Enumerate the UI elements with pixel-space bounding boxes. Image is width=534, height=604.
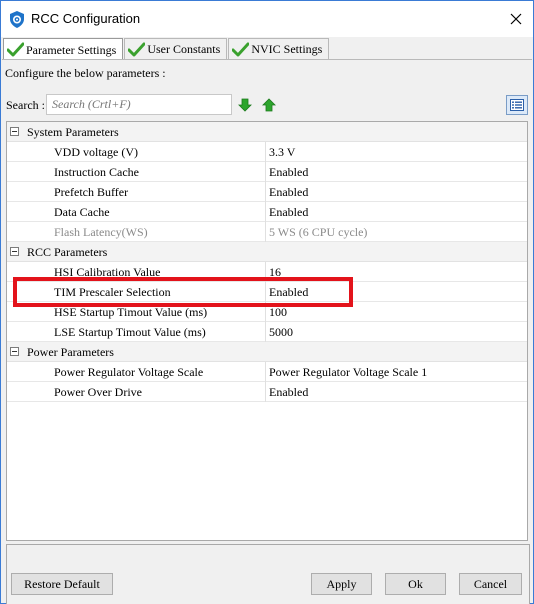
- param-name: HSE Startup Timout Value (ms): [54, 305, 208, 319]
- title-bar: RCC Configuration: [1, 1, 533, 37]
- search-input[interactable]: [46, 94, 232, 115]
- column-divider: [265, 302, 266, 322]
- close-button[interactable]: [499, 1, 533, 37]
- search-label: Search :: [6, 98, 45, 112]
- param-value[interactable]: Enabled: [269, 285, 308, 300]
- param-row[interactable]: HSI Calibration Value 16: [7, 262, 527, 282]
- group-power-parameters: Power Parameters: [7, 342, 527, 362]
- param-name: Power Over Drive: [54, 385, 142, 399]
- column-divider: [265, 262, 266, 282]
- description-text: Configure the below parameters :: [5, 66, 166, 80]
- param-name: Instruction Cache: [54, 165, 139, 179]
- tab-bar: Parameter Settings User Constants NVIC S…: [3, 38, 330, 61]
- param-row[interactable]: Prefetch Buffer Enabled: [7, 182, 527, 202]
- check-icon: [128, 42, 146, 56]
- param-row: Flash Latency(WS) 5 WS (6 CPU cycle): [7, 222, 527, 242]
- param-value[interactable]: 3.3 V: [269, 145, 295, 160]
- param-name: Flash Latency(WS): [54, 225, 148, 239]
- param-row[interactable]: TIM Prescaler Selection Enabled: [7, 282, 527, 302]
- column-divider: [265, 222, 266, 242]
- param-name: Power Regulator Voltage Scale: [54, 365, 204, 379]
- param-value[interactable]: 5000: [269, 325, 293, 340]
- param-value[interactable]: Power Regulator Voltage Scale 1: [269, 365, 427, 380]
- param-row[interactable]: Data Cache Enabled: [7, 202, 527, 222]
- list-view-button[interactable]: [506, 95, 528, 115]
- cancel-button[interactable]: Cancel: [459, 573, 522, 595]
- param-row[interactable]: LSE Startup Timout Value (ms) 5000: [7, 322, 527, 342]
- tab-label: User Constants: [147, 42, 221, 56]
- param-value[interactable]: 16: [269, 265, 281, 280]
- parameter-grid: System Parameters VDD voltage (V) 3.3 V …: [6, 121, 528, 541]
- column-divider: [265, 362, 266, 382]
- check-icon: [7, 42, 24, 57]
- group-name: System Parameters: [27, 125, 119, 139]
- group-system-parameters: System Parameters: [7, 122, 527, 142]
- collapse-toggle[interactable]: [10, 127, 19, 136]
- restore-default-button[interactable]: Restore Default: [11, 573, 113, 595]
- arrow-down-icon[interactable]: [238, 98, 252, 112]
- rcc-configuration-window: RCC Configuration Parameter Settings Use…: [0, 0, 534, 604]
- column-divider: [265, 162, 266, 182]
- param-row[interactable]: Power Over Drive Enabled: [7, 382, 527, 402]
- tab-parameter-settings[interactable]: Parameter Settings: [3, 38, 124, 61]
- param-name: Data Cache: [54, 205, 110, 219]
- parameter-settings-panel: Configure the below parameters : Search …: [2, 59, 532, 604]
- param-value: 5 WS (6 CPU cycle): [269, 225, 368, 239]
- group-name: Power Parameters: [27, 345, 114, 359]
- tab-label: NVIC Settings: [251, 42, 323, 56]
- group-rcc-parameters: RCC Parameters: [7, 242, 527, 262]
- tab-label: Parameter Settings: [26, 42, 117, 57]
- param-row[interactable]: Power Regulator Voltage Scale Power Regu…: [7, 362, 527, 382]
- param-row[interactable]: Instruction Cache Enabled: [7, 162, 527, 182]
- param-name: Prefetch Buffer: [54, 185, 129, 199]
- list-view-icon: [510, 99, 524, 111]
- param-value[interactable]: Enabled: [269, 165, 308, 180]
- column-divider: [265, 202, 266, 222]
- param-name: TIM Prescaler Selection: [54, 285, 171, 299]
- param-value[interactable]: Enabled: [269, 385, 308, 400]
- shield-icon: [10, 11, 24, 28]
- tab-nvic-settings[interactable]: NVIC Settings: [228, 38, 330, 60]
- column-divider: [265, 182, 266, 202]
- param-row[interactable]: VDD voltage (V) 3.3 V: [7, 142, 527, 162]
- ok-button[interactable]: Ok: [385, 573, 446, 595]
- tab-user-constants[interactable]: User Constants: [124, 38, 228, 60]
- column-divider: [265, 142, 266, 162]
- apply-button[interactable]: Apply: [311, 573, 372, 595]
- arrow-up-icon[interactable]: [262, 98, 276, 112]
- param-value[interactable]: Enabled: [269, 185, 308, 200]
- param-row[interactable]: HSE Startup Timout Value (ms) 100: [7, 302, 527, 322]
- column-divider: [265, 322, 266, 342]
- window-title: RCC Configuration: [31, 11, 141, 26]
- param-value[interactable]: Enabled: [269, 205, 308, 220]
- param-name: HSI Calibration Value: [54, 265, 161, 279]
- collapse-toggle[interactable]: [10, 247, 19, 256]
- param-name: VDD voltage (V): [54, 145, 138, 159]
- collapse-toggle[interactable]: [10, 347, 19, 356]
- column-divider: [265, 282, 266, 302]
- param-name: LSE Startup Timout Value (ms): [54, 325, 206, 339]
- check-icon: [232, 42, 250, 56]
- param-value[interactable]: 100: [269, 305, 287, 320]
- close-icon: [510, 13, 522, 25]
- group-name: RCC Parameters: [27, 245, 108, 259]
- column-divider: [265, 382, 266, 402]
